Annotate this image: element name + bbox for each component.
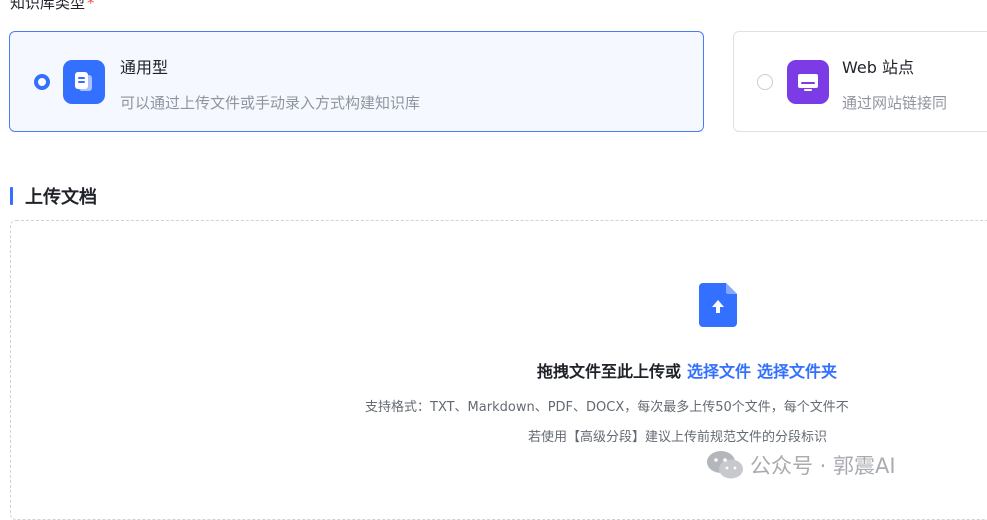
upload-prompt-text: 拖拽文件至此上传或 — [537, 362, 682, 381]
watermark-text: 公众号 · 郭震AI — [750, 454, 896, 478]
option-title-web: Web 站点 — [842, 58, 914, 77]
section-title-text: 上传文档 — [25, 187, 97, 208]
kb-type-label: 知识库类型 * — [10, 0, 95, 13]
watermark: 公众号 · 郭震AI — [706, 450, 896, 480]
file-upload-icon — [699, 283, 737, 331]
upload-advanced-hint: 若使用【高级分段】建议上传前规范文件的分段标识 — [528, 430, 828, 445]
kb-type-option-general[interactable]: 通用型 可以通过上传文件或手动录入方式构建知识库 — [9, 31, 704, 132]
radio-general[interactable] — [34, 74, 50, 90]
section-accent-bar — [10, 187, 13, 205]
monitor-icon — [787, 60, 829, 104]
upload-prompt: 拖拽文件至此上传或 选择文件 选择文件夹 — [537, 358, 837, 382]
required-mark: * — [87, 0, 95, 12]
upload-formats-hint: 支持格式：TXT、Markdown、PDF、DOCX，每次最多上传50个文件，每… — [365, 400, 849, 415]
wechat-icon — [707, 451, 743, 479]
option-desc-web: 通过网站链接同 — [842, 94, 948, 112]
select-file-link[interactable]: 选择文件 — [687, 362, 751, 381]
option-desc-general: 可以通过上传文件或手动录入方式构建知识库 — [120, 94, 421, 112]
radio-web[interactable] — [757, 74, 773, 90]
kb-type-option-web[interactable]: Web 站点 通过网站链接同 — [733, 31, 987, 132]
option-title-general: 通用型 — [120, 58, 169, 77]
kb-type-label-text: 知识库类型 — [10, 0, 86, 12]
select-folder-link[interactable]: 选择文件夹 — [757, 362, 837, 381]
upload-section-title: 上传文档 — [10, 183, 97, 209]
document-icon — [63, 60, 105, 104]
